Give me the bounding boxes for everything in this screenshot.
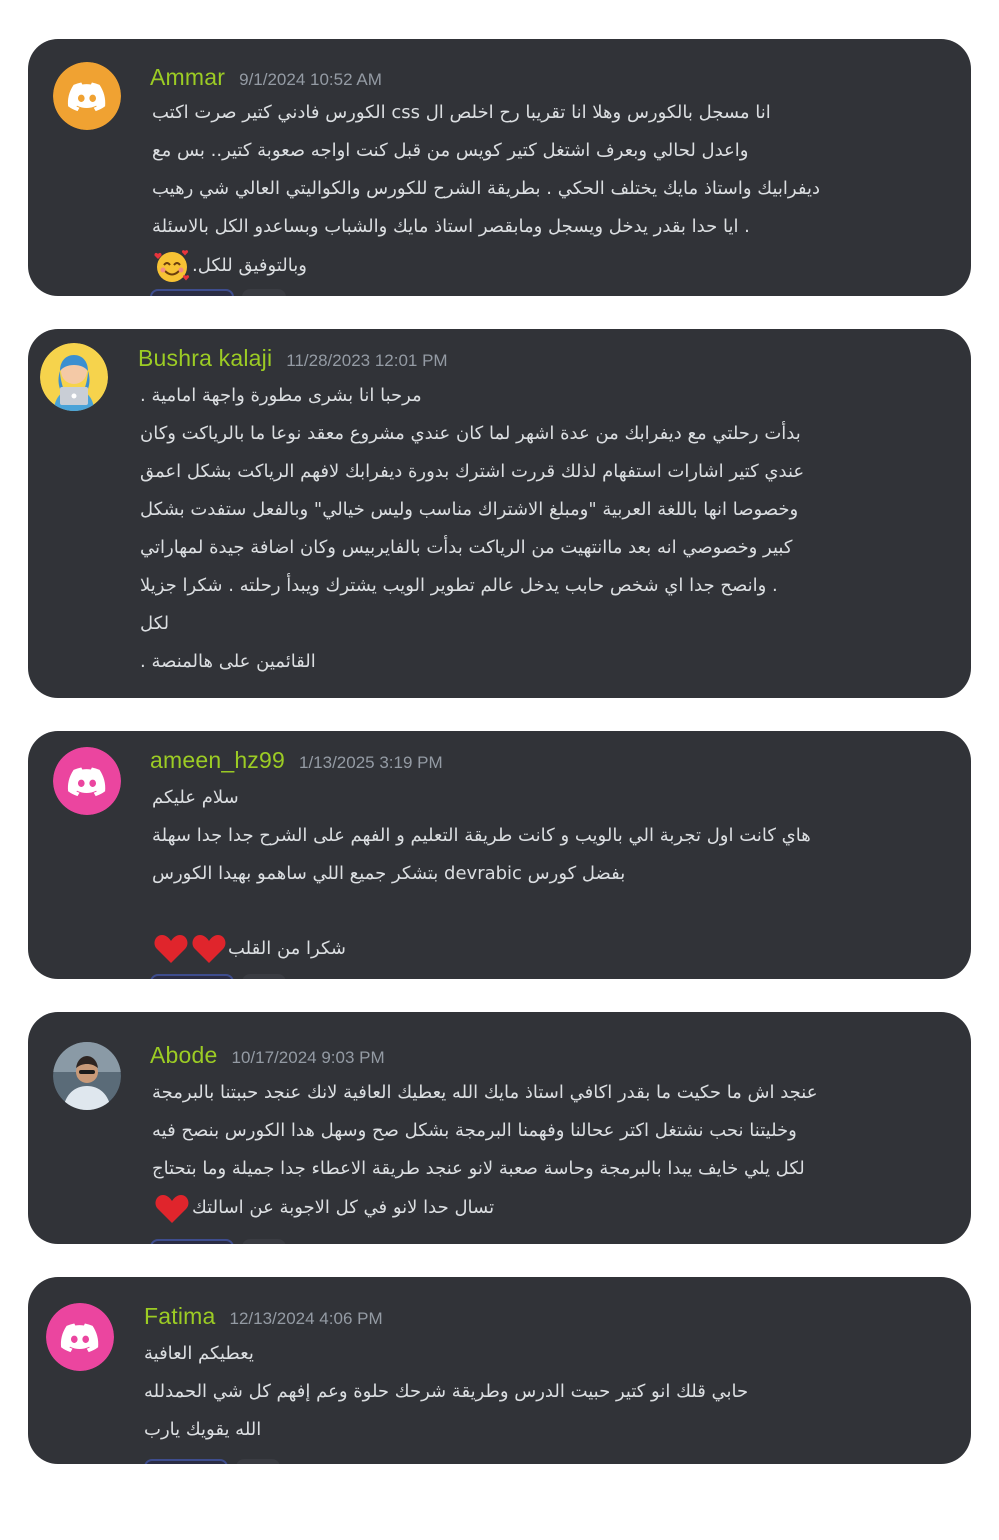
message-line: بدأت رحلتي مع ديفرابك من عدة اشهر لما كا… xyxy=(140,423,801,444)
reaction-pill[interactable] xyxy=(150,289,234,296)
timestamp: 10/17/2024 9:03 PM xyxy=(231,1048,385,1067)
message-line: واعدل لحالي وبعرف اشتغل كتير كويس من قبل… xyxy=(152,140,749,161)
username[interactable]: ameen_hz99 xyxy=(150,747,285,774)
message-header: Fatima 12/13/2024 4:06 PM xyxy=(144,1303,383,1330)
person-photo-avatar-icon xyxy=(53,1042,121,1110)
timestamp: 1/13/2025 3:19 PM xyxy=(299,753,443,772)
avatar[interactable] xyxy=(53,62,121,130)
review-card: ameen_hz99 1/13/2025 3:19 PM سلام عليكم … xyxy=(28,731,971,979)
person-with-laptop-avatar-icon xyxy=(40,343,108,411)
message-line: كبير وخصوصي انه بعد ماانتهيت من الرياكت … xyxy=(140,537,793,558)
review-card: Bushra kalaji 11/28/2023 12:01 PM مرحبا … xyxy=(28,329,971,698)
message-line: لكل xyxy=(140,613,170,634)
discord-logo-icon xyxy=(53,62,121,130)
message-line: وخصوصا انها باللغة العربية "ومبلغ الاشتر… xyxy=(140,499,799,520)
message-line: . وانصح جدا اي شخص حابب يدخل عالم تطوير … xyxy=(140,575,778,596)
reaction-pill[interactable] xyxy=(150,974,234,979)
message-line: وخليتنا نحب نشتغل اكتر عحالنا وفهمنا الب… xyxy=(152,1120,797,1141)
review-card: Abode 10/17/2024 9:03 PM عنجد اش ما حكيت… xyxy=(28,1012,971,1244)
avatar[interactable] xyxy=(53,1042,121,1110)
message-line: عنجد اش ما حكيت ما بقدر اكافي استاذ مايك… xyxy=(152,1082,818,1103)
username[interactable]: Bushra kalaji xyxy=(138,345,272,372)
message-line: مرحبا انا بشرى مطورة واجهة امامية . xyxy=(140,385,422,406)
message-line-text: تسال حدا لانو في كل الاجوبة عن اسالتك xyxy=(192,1197,495,1218)
message-line xyxy=(152,893,811,929)
message-body: مرحبا انا بشرى مطورة واجهة امامية . بدأت… xyxy=(140,377,804,681)
discord-logo-icon xyxy=(46,1303,114,1371)
message-line: وبالتوفيق للكل. xyxy=(152,246,820,284)
timestamp: 9/1/2024 10:52 AM xyxy=(239,70,382,89)
message-line-text: وبالتوفيق للكل. xyxy=(192,255,307,276)
review-card: Ammar 9/1/2024 10:52 AM انا مسجل بالكورس… xyxy=(28,39,971,296)
reaction-pill[interactable] xyxy=(150,1239,234,1244)
username[interactable]: Fatima xyxy=(144,1303,216,1330)
message-line: عندي كتير اشارات استفهام لذلك قررت اشترك… xyxy=(140,461,805,482)
reaction-pill[interactable] xyxy=(242,974,286,979)
username[interactable]: Ammar xyxy=(150,64,225,91)
message-body: انا مسجل بالكورس وهلا انا تقريبا رح اخلص… xyxy=(152,94,820,284)
red-heart-icon xyxy=(152,1188,192,1228)
message-line: . ايا حدا بقدر يدخل ويسجل ومابقصر استاذ … xyxy=(152,216,750,237)
avatar[interactable] xyxy=(46,1303,114,1371)
message-line: الله يقويك يارب xyxy=(144,1419,262,1440)
avatar[interactable] xyxy=(53,747,121,815)
discord-logo-icon xyxy=(53,747,121,815)
reaction-pill[interactable] xyxy=(144,1459,228,1464)
reaction-pill[interactable] xyxy=(236,1459,280,1464)
message-body: سلام عليكم هاي كانت اول تجربة الي بالويب… xyxy=(152,779,811,967)
message-line: القائمين على هالمنصة . xyxy=(140,651,316,672)
message-line-text: شكرا من القلب xyxy=(228,938,346,959)
username[interactable]: Abode xyxy=(150,1042,218,1069)
message-body: عنجد اش ما حكيت ما بقدر اكافي استاذ مايك… xyxy=(152,1074,817,1226)
message-line: بفضل كورس devrabic بتشكر جميع اللي ساهمو… xyxy=(152,863,626,884)
message-header: ameen_hz99 1/13/2025 3:19 PM xyxy=(150,747,443,774)
smiling-face-with-hearts-icon xyxy=(152,246,192,286)
reaction-pill[interactable] xyxy=(242,289,286,296)
message-body: يعطيكم العافية حابي قلك انو كتير حبيت ال… xyxy=(144,1335,748,1449)
timestamp: 11/28/2023 12:01 PM xyxy=(286,351,448,370)
review-card: Fatima 12/13/2024 4:06 PM يعطيكم العافية… xyxy=(28,1277,971,1464)
message-line: شكرا من القلب xyxy=(152,929,811,967)
message-line: لكل يلي خايف يبدا بالبرمجة وحاسة صعبة لا… xyxy=(152,1158,805,1179)
message-header: Bushra kalaji 11/28/2023 12:01 PM xyxy=(138,345,448,372)
message-line: هاي كانت اول تجربة الي بالويب و كانت طري… xyxy=(152,825,811,846)
message-line: تسال حدا لانو في كل الاجوبة عن اسالتك xyxy=(152,1188,817,1226)
message-header: Abode 10/17/2024 9:03 PM xyxy=(150,1042,385,1069)
timestamp: 12/13/2024 4:06 PM xyxy=(229,1309,383,1328)
avatar[interactable] xyxy=(40,343,108,411)
message-line: انا مسجل بالكورس وهلا انا تقريبا رح اخلص… xyxy=(152,102,771,123)
reaction-pill[interactable] xyxy=(242,1239,286,1244)
message-line: يعطيكم العافية xyxy=(144,1343,254,1364)
message-line: حابي قلك انو كتير حبيت الدرس وطريقة شرحك… xyxy=(144,1381,749,1402)
message-line: ديفرابيك واستاذ مايك يختلف الحكي . بطريق… xyxy=(152,178,820,199)
message-line: سلام عليكم xyxy=(152,787,239,808)
two-red-hearts-icon xyxy=(152,929,228,969)
message-header: Ammar 9/1/2024 10:52 AM xyxy=(150,64,382,91)
